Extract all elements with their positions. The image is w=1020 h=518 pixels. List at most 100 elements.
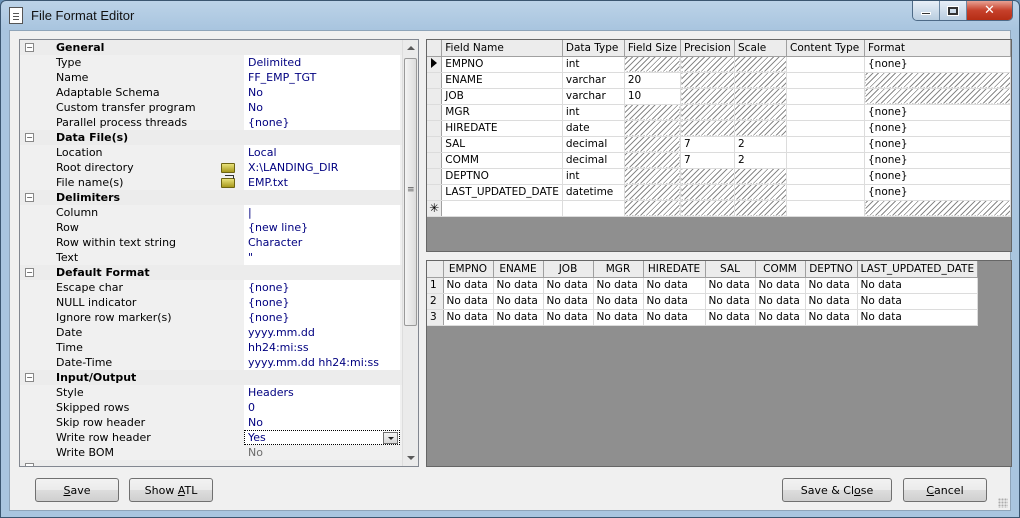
property-category[interactable]: −: [20, 460, 404, 466]
schema-cell[interactable]: decimal: [562, 152, 625, 169]
schema-cell[interactable]: [786, 152, 865, 169]
column-header[interactable]: Scale: [734, 40, 787, 57]
collapse-icon[interactable]: −: [25, 268, 34, 277]
preview-row[interactable]: 1 No data No data No data No data No data No d…: [427, 277, 979, 294]
preview-cell[interactable]: No data: [493, 277, 544, 294]
property-row[interactable]: Skipped rows 0: [20, 400, 404, 415]
schema-cell[interactable]: [441, 200, 563, 217]
property-value-field[interactable]: No: [244, 100, 400, 115]
property-value-dropdown[interactable]: Yes: [244, 430, 400, 445]
property-row[interactable]: Ignore row marker(s) {none}: [20, 310, 404, 325]
property-category[interactable]: − Input/Output: [20, 370, 404, 385]
preview-cell[interactable]: No data: [857, 293, 979, 310]
preview-row[interactable]: 2 No data No data No data No data No data No d…: [427, 293, 979, 310]
property-category[interactable]: − Delimiters: [20, 190, 404, 205]
schema-cell[interactable]: {none}: [864, 184, 1011, 201]
show-atl-button[interactable]: Show ATL: [129, 478, 213, 502]
save-and-close-button[interactable]: Save & Close: [782, 478, 892, 502]
property-value-field[interactable]: No: [244, 415, 400, 430]
schema-cell[interactable]: [786, 120, 865, 137]
schema-cell[interactable]: {none}: [864, 120, 1011, 137]
property-value-field[interactable]: Character: [244, 235, 400, 250]
preview-cell[interactable]: No data: [805, 293, 858, 310]
schema-cell[interactable]: SAL: [441, 136, 563, 153]
schema-cell[interactable]: {none}: [864, 168, 1011, 185]
property-row[interactable]: Skip row header No: [20, 415, 404, 430]
property-value-field[interactable]: 0: [244, 400, 400, 415]
folder-open-icon[interactable]: [221, 163, 235, 173]
property-value-field[interactable]: Delimited: [244, 55, 400, 70]
property-row[interactable]: Write row header Yes: [20, 430, 404, 445]
dropdown-arrow-icon[interactable]: [383, 432, 398, 444]
column-header[interactable]: Data Type: [562, 40, 625, 57]
row-selector[interactable]: [427, 168, 443, 185]
property-value-field[interactable]: FF_EMP_TGT: [244, 70, 400, 85]
row-selector[interactable]: [427, 56, 443, 73]
row-selector[interactable]: [427, 120, 443, 137]
column-header[interactable]: Content Type: [786, 40, 865, 57]
property-value-field[interactable]: {none}: [244, 295, 400, 310]
row-selector[interactable]: [427, 104, 443, 121]
preview-cell[interactable]: No data: [493, 309, 544, 326]
schema-cell[interactable]: LAST_UPDATED_DATE: [441, 184, 563, 201]
preview-cell[interactable]: No data: [705, 309, 756, 326]
property-row[interactable]: NULL indicator {none}: [20, 295, 404, 310]
column-header[interactable]: LAST_UPDATED_DATE: [857, 261, 979, 278]
minimize-button[interactable]: [913, 1, 940, 20]
scroll-thumb[interactable]: [404, 58, 417, 326]
preview-cell[interactable]: No data: [705, 277, 756, 294]
property-category[interactable]: − General: [20, 40, 404, 55]
property-category[interactable]: − Data File(s): [20, 130, 404, 145]
schema-cell[interactable]: {none}: [864, 104, 1011, 121]
schema-cell[interactable]: MGR: [441, 104, 563, 121]
property-row[interactable]: Location Local: [20, 145, 404, 160]
schema-cell[interactable]: COMM: [441, 152, 563, 169]
property-row[interactable]: Time hh24:mi:ss: [20, 340, 404, 355]
property-value-field[interactable]: {none}: [244, 280, 400, 295]
schema-cell[interactable]: date: [562, 120, 625, 137]
schema-cell[interactable]: HIREDATE: [441, 120, 563, 137]
column-header[interactable]: HIREDATE: [643, 261, 706, 278]
property-row[interactable]: Name FF_EMP_TGT: [20, 70, 404, 85]
save-button[interactable]: Save: [35, 478, 119, 502]
property-row[interactable]: Row {new line}: [20, 220, 404, 235]
schema-cell[interactable]: 10: [624, 88, 682, 105]
property-row[interactable]: Text ": [20, 250, 404, 265]
column-header[interactable]: Field Name: [441, 40, 563, 57]
property-value-field[interactable]: hh24:mi:ss: [244, 340, 400, 355]
schema-cell[interactable]: varchar: [562, 72, 625, 89]
column-header[interactable]: SAL: [705, 261, 756, 278]
property-value-field[interactable]: Headers: [244, 385, 400, 400]
schema-row[interactable]: EMPNO int {none}: [427, 56, 1011, 73]
maximize-button[interactable]: [940, 1, 967, 20]
collapse-icon[interactable]: −: [25, 373, 34, 382]
schema-cell[interactable]: [786, 88, 865, 105]
schema-row[interactable]: LAST_UPDATED_DATE datetime {none}: [427, 184, 1011, 201]
column-header[interactable]: EMPNO: [443, 261, 494, 278]
property-value-field[interactable]: No: [244, 85, 400, 100]
preview-cell[interactable]: No data: [543, 277, 594, 294]
property-row[interactable]: Date yyyy.mm.dd: [20, 325, 404, 340]
preview-cell[interactable]: No data: [593, 293, 644, 310]
property-row[interactable]: Parallel process threads {none}: [20, 115, 404, 130]
property-value-field[interactable]: ": [244, 250, 400, 265]
column-header[interactable]: JOB: [543, 261, 594, 278]
column-header[interactable]: Precision: [680, 40, 735, 57]
schema-row[interactable]: ENAME varchar 20: [427, 72, 1011, 89]
schema-cell[interactable]: {none}: [864, 152, 1011, 169]
column-header[interactable]: Format: [864, 40, 1011, 57]
property-value-field[interactable]: |: [244, 205, 400, 220]
schema-cell[interactable]: varchar: [562, 88, 625, 105]
property-row[interactable]: Custom transfer program No: [20, 100, 404, 115]
preview-cell[interactable]: No data: [443, 277, 494, 294]
property-row[interactable]: Root directory X:\LANDING_DIR: [20, 160, 404, 175]
collapse-icon[interactable]: −: [25, 43, 34, 52]
property-value-field[interactable]: yyyy.mm.dd hh24:mi:ss: [244, 355, 400, 370]
preview-cell[interactable]: No data: [805, 277, 858, 294]
collapse-icon[interactable]: −: [25, 463, 34, 466]
schema-cell[interactable]: [562, 200, 625, 217]
column-header[interactable]: Field Size: [624, 40, 682, 57]
schema-row[interactable]: DEPTNO int {none}: [427, 168, 1011, 185]
property-row[interactable]: Column |: [20, 205, 404, 220]
schema-cell[interactable]: EMPNO: [441, 56, 563, 73]
